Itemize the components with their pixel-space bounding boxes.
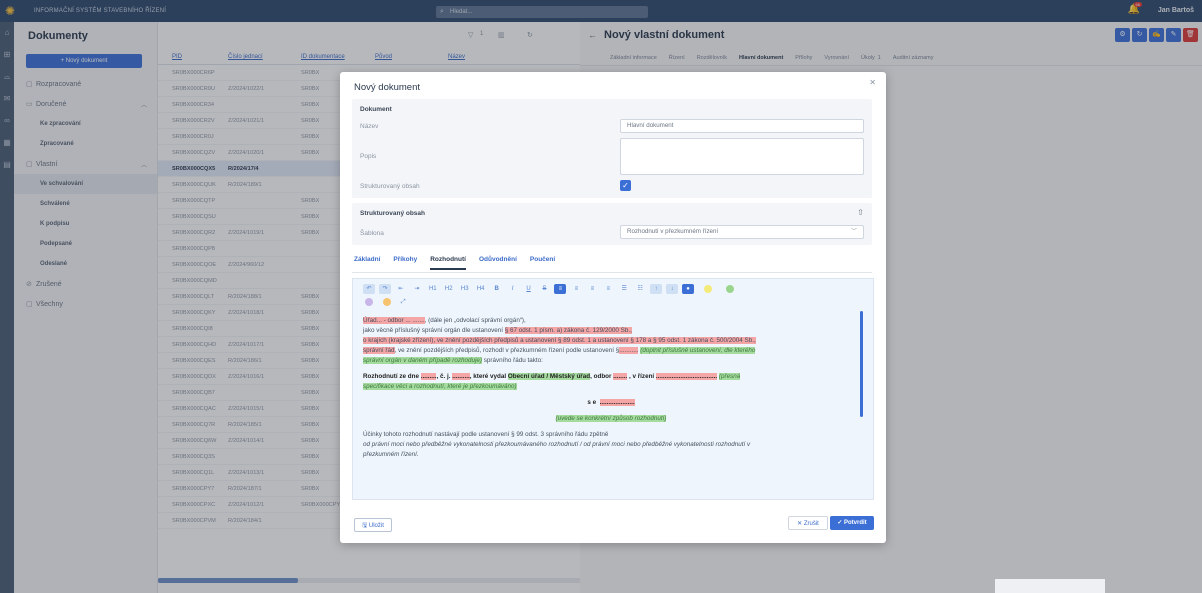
- structured-content-section: Strukturovaný obsah ⇧ Šablona Rozhodnutí…: [352, 203, 872, 245]
- upload-icon[interactable]: ⇧: [857, 208, 864, 217]
- rich-text-editor: ↶ ↷ ⇤ ⇥ H1 H2 H3 H4 B I U S ≡ ≡ ≡ ≡ ☰ ☷ …: [352, 278, 874, 500]
- save-icon: 🖫: [362, 523, 368, 529]
- blank-field: ..........: [452, 373, 470, 380]
- dialog-title: Nový dokument: [354, 82, 421, 93]
- bold-button[interactable]: B: [491, 284, 503, 294]
- editor-toolbar: ↶ ↷ ⇤ ⇥ H1 H2 H3 H4 B I U S ≡ ≡ ≡ ≡ ☰ ☷ …: [363, 284, 863, 294]
- close-icon[interactable]: ✕: [869, 78, 876, 87]
- cancel-label: Zrušit: [803, 521, 819, 527]
- cancel-button[interactable]: ✕ Zrušit: [788, 516, 828, 530]
- highlight-purple-swatch[interactable]: [365, 298, 373, 306]
- highlight-red-swatch[interactable]: ●: [682, 284, 695, 294]
- highlight-yellow-swatch[interactable]: [704, 285, 713, 293]
- placeholder-law: správní řád: [363, 347, 395, 354]
- description-label: Popis: [360, 153, 377, 160]
- tab-instruction[interactable]: Poučení: [530, 256, 555, 270]
- name-input[interactable]: Hlavní dokument: [620, 119, 864, 133]
- tab-attachments[interactable]: Příkohy: [393, 256, 417, 270]
- placeholder-law: § 67 odst. 1 písm. a) zákona č. 129/2000…: [504, 327, 632, 334]
- save-button[interactable]: 🖫 Uložit: [354, 518, 392, 532]
- blank-field: .........: [420, 373, 437, 380]
- align-right-icon[interactable]: ≡: [586, 284, 598, 294]
- tab-decision[interactable]: Rozhodnutí: [430, 256, 466, 270]
- hint-text: (doplnit příslušné ustanovení, dle které…: [640, 347, 756, 354]
- undo-icon[interactable]: ↶: [363, 284, 375, 294]
- description-textarea[interactable]: [620, 138, 864, 175]
- tab-reasoning[interactable]: Odůvodnění: [479, 256, 517, 270]
- heading-1-button[interactable]: H1: [427, 284, 439, 294]
- hint-text: (přesná: [718, 373, 741, 380]
- structured-content-checkbox[interactable]: ✓: [620, 180, 631, 191]
- bullet-list-icon[interactable]: ☰: [618, 284, 630, 294]
- tab-basic[interactable]: Základní: [354, 256, 380, 270]
- hint-text: (uvede se konkrétní způsob rozhodnutí): [555, 415, 667, 422]
- blank-field: ...........: [619, 347, 639, 354]
- redo-icon[interactable]: ↷: [378, 284, 391, 294]
- placeholder-authority: Úřad... - odbor ...: [363, 317, 413, 324]
- text-run: přezkumném řízení.: [363, 451, 419, 458]
- heading-3-button[interactable]: H3: [459, 284, 471, 294]
- tab-divider: [352, 272, 872, 273]
- text-run: , ve znění pozdějších předpisů, rozhodl …: [394, 347, 620, 354]
- hint-text: specifikace věci a rozhodnutí, které je …: [363, 383, 517, 390]
- align-left-icon[interactable]: ≡: [554, 284, 567, 294]
- section-title: Dokument: [360, 106, 392, 113]
- placeholder-office: Obecní úřad / Městský úřad: [507, 373, 591, 380]
- underline-button[interactable]: U: [523, 284, 535, 294]
- align-center-icon[interactable]: ≡: [570, 284, 582, 294]
- text-run: , které vydal: [469, 373, 508, 380]
- blank-field: .......: [412, 317, 425, 324]
- editor-content[interactable]: Úřad... - odbor ... ......., (dále jen „…: [363, 316, 859, 460]
- structured-content-label: Strukturovaný obsah: [360, 183, 420, 190]
- name-label: Název: [360, 123, 379, 130]
- strikethrough-button[interactable]: S: [538, 284, 550, 294]
- placeholder-law: o krajích (krajské zřízení), ve znění po…: [363, 337, 756, 344]
- text-run: s e: [587, 399, 597, 406]
- heading-2-button[interactable]: H2: [443, 284, 455, 294]
- content-tabs: Základní Příkohy Rozhodnutí Odůvodnění P…: [354, 256, 555, 270]
- decrease-indent-icon[interactable]: ⇤: [395, 284, 407, 294]
- check-icon: ✓: [837, 520, 843, 526]
- hint-text: správní orgán v daném případě rozhoduje): [363, 357, 483, 364]
- highlight-green-swatch[interactable]: [725, 285, 734, 293]
- template-select-value: Rozhodnutí v přezkumném řízení: [627, 228, 719, 235]
- section-title: Strukturovaný obsah: [360, 210, 426, 217]
- blank-field: ...................................: [655, 373, 718, 380]
- text-run: Účinky tohoto rozhodnutí nastávají podle…: [363, 431, 609, 438]
- italic-button[interactable]: I: [507, 284, 519, 294]
- confirm-label: Potvrdit: [844, 520, 867, 526]
- increase-indent-icon[interactable]: ⇥: [411, 284, 423, 294]
- fullscreen-icon[interactable]: ⤢: [401, 299, 406, 306]
- blank-field: ....................: [599, 399, 635, 406]
- status-strip: [995, 579, 1105, 593]
- text-run: jako věcně příslušný správní orgán dle u…: [363, 327, 505, 334]
- align-justify-icon[interactable]: ≡: [602, 284, 614, 294]
- text-run: od právní moci nebo předběžné vykonateln…: [363, 441, 751, 448]
- editor-scrollbar[interactable]: [860, 311, 863, 417]
- template-label: Šablona: [360, 230, 384, 237]
- superscript-icon[interactable]: ↑: [650, 284, 663, 294]
- new-document-dialog: Nový dokument ✕ Dokument Název Hlavní do…: [340, 72, 886, 543]
- close-icon: ✕: [797, 521, 803, 527]
- blank-field: ........: [613, 373, 628, 380]
- subscript-icon[interactable]: ↓: [666, 284, 679, 294]
- text-run: správního řádu takto:: [482, 357, 543, 364]
- highlight-orange-swatch[interactable]: [382, 298, 391, 306]
- template-select[interactable]: Rozhodnutí v přezkumném řízení ﹀: [620, 225, 864, 239]
- chevron-down-icon: ﹀: [850, 229, 857, 235]
- save-label: Uložit: [368, 523, 384, 529]
- text-run: , odbor: [590, 373, 614, 380]
- text-run: Rozhodnutí ze dne: [363, 373, 421, 380]
- text-run: , v řízení: [627, 373, 656, 380]
- text-run: , č. j.: [436, 373, 453, 380]
- text-run: , (dále jen „odvolací správní orgán“),: [424, 317, 526, 324]
- document-section: Dokument Název Hlavní dokument Popis Str…: [352, 99, 872, 198]
- editor-toolbar-row2: ⤢: [365, 298, 414, 306]
- numbered-list-icon[interactable]: ☷: [634, 284, 646, 294]
- heading-4-button[interactable]: H4: [475, 284, 487, 294]
- confirm-button[interactable]: ✓ Potvrdit: [830, 516, 874, 530]
